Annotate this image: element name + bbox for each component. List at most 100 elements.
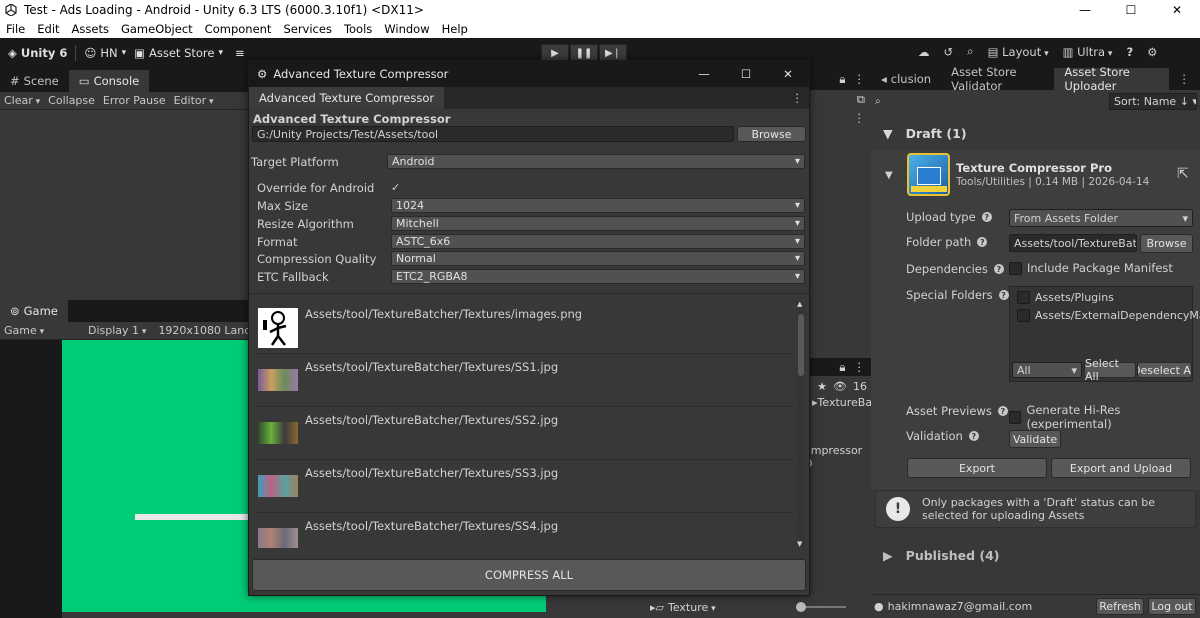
tab-uploader[interactable]: Asset Store Uploader (1054, 65, 1169, 93)
error-pause-button[interactable]: Error Pause (99, 94, 170, 107)
include-manifest-toggle[interactable]: Include Package Manifest (1009, 261, 1173, 275)
help-icon-validation[interactable]: ? (968, 431, 979, 441)
etc-dropdown[interactable]: ETC2_RGBA8 (391, 269, 805, 284)
help-icon-folder[interactable]: ? (977, 237, 988, 247)
compress-all-button[interactable]: COMPRESS ALL (252, 559, 806, 591)
menu-gameobject[interactable]: GameObject (121, 22, 193, 36)
tab-game[interactable]: ⊚ Game (0, 300, 68, 322)
help-icon-deps[interactable]: ? (993, 264, 1004, 274)
search-icon[interactable]: ⌕ (967, 44, 973, 59)
help-icon-special[interactable]: ? (998, 290, 1009, 300)
upload-type-dropdown[interactable]: From Assets Folder ▾ (1009, 209, 1193, 227)
published-header[interactable]: ▶ Published (4) (883, 548, 1000, 563)
tab-console[interactable]: ▭ Console (68, 70, 150, 92)
list-item[interactable]: Assets/tool/TextureBatcher/Textures/SS4.… (255, 514, 795, 548)
minimize-icon[interactable]: — (1062, 3, 1108, 17)
history-icon[interactable]: ↺ (944, 45, 954, 59)
list-item[interactable]: Assets/tool/TextureBatcher/Textures/imag… (255, 302, 795, 354)
settings-icon[interactable]: ⚙ (1147, 45, 1157, 59)
layout-dropdown[interactable]: ▤ Layout (988, 45, 1049, 59)
tab-scene[interactable]: # Scene (0, 70, 69, 92)
list-item[interactable]: Assets/tool/TextureBatcher/Textures/SS2.… (255, 408, 795, 460)
tab-exclusion[interactable]: ◂ clusion (871, 68, 941, 90)
menu-help[interactable]: Help (442, 22, 468, 36)
special-folder-item[interactable]: Assets/ExternalDependencyMa (1017, 309, 1200, 322)
folder-checkbox-2[interactable] (1017, 309, 1030, 322)
menu-assets[interactable]: Assets (72, 22, 109, 36)
select-all-button[interactable]: Select All (1084, 357, 1136, 383)
help-icon-upload[interactable]: ? (981, 212, 992, 222)
list-scrollbar[interactable]: ▲ ▼ (797, 302, 805, 548)
folder-path-field[interactable]: Assets/tool/TextureBatcl (1009, 234, 1137, 252)
help-icon-previews[interactable]: ? (997, 406, 1008, 416)
menu-tools[interactable]: Tools (344, 22, 372, 36)
external-link-icon[interactable]: ⇱ (1177, 166, 1189, 182)
validate-button[interactable]: Validate (1009, 430, 1061, 448)
target-folder-field[interactable]: G:/Unity Projects/Test/Assets/tool (252, 126, 734, 142)
zoom-slider[interactable] (795, 602, 846, 612)
package-icon[interactable]: ≡ (235, 46, 245, 60)
dialog-maximize-icon[interactable]: ☐ (725, 67, 767, 81)
tab-advanced-texture-compressor[interactable]: Advanced Texture Compressor (249, 87, 445, 109)
menu-services[interactable]: Services (283, 22, 332, 36)
lock-icon-2[interactable]: 🔒︎ (839, 360, 845, 375)
tab-validator[interactable]: Asset Store Validator (941, 65, 1054, 93)
display-dropdown[interactable]: Display 1 (84, 324, 150, 337)
export-button[interactable]: Export (907, 458, 1047, 478)
max-size-dropdown[interactable]: 1024 (391, 198, 805, 213)
dialog-browse-button[interactable]: Browse (737, 126, 806, 142)
scroll-up-icon[interactable]: ▲ (797, 302, 802, 308)
scrollbar-thumb[interactable] (798, 314, 804, 376)
sort-dropdown[interactable]: Sort: Name ↓ ▾ (1109, 92, 1197, 110)
kebab-icon-3[interactable]: ⋮ (854, 360, 866, 374)
logout-button[interactable]: Log out (1148, 598, 1196, 615)
scroll-down-icon[interactable]: ▼ (797, 540, 802, 548)
collapse-button[interactable]: Collapse (44, 94, 99, 107)
quality-dropdown[interactable]: ▥ Ultra (1063, 45, 1113, 59)
kebab-icon-2[interactable]: ⋮ (854, 111, 866, 125)
draft-header[interactable]: ▼ Draft (1) (883, 126, 967, 141)
unity-version-button[interactable]: ◈ Unity 6 (8, 46, 67, 60)
editor-dropdown[interactable]: Editor (170, 94, 218, 107)
dialog-close-icon[interactable]: ✕ (767, 67, 809, 81)
dialog-kebab-icon[interactable]: ⋮ (792, 91, 804, 105)
quality-dropdown[interactable]: Normal (391, 251, 805, 266)
hi-res-toggle[interactable]: Generate Hi-Res (experimental) (1009, 403, 1200, 431)
export-and-upload-button[interactable]: Export and Upload (1051, 458, 1191, 478)
help-icon[interactable]: ? (1126, 45, 1133, 59)
texture-dropdown[interactable]: Texture (668, 601, 716, 614)
format-dropdown[interactable]: ASTC_6x6 (391, 234, 805, 249)
dialog-minimize-icon[interactable]: — (683, 67, 725, 81)
list-item[interactable]: Assets/tool/TextureBatcher/Textures/SS1.… (255, 355, 795, 407)
expand-icon[interactable]: ▼ (885, 170, 893, 181)
menu-file[interactable]: File (6, 22, 25, 36)
menu-window[interactable]: Window (384, 22, 429, 36)
menu-edit[interactable]: Edit (37, 22, 59, 36)
maximize-pane-icon[interactable]: ⧉ (857, 92, 865, 107)
menu-component[interactable]: Component (205, 22, 272, 36)
list-item[interactable]: Assets/tool/TextureBatcher/Textures/SS3.… (255, 461, 795, 513)
special-folder-item[interactable]: Assets/Plugins (1017, 291, 1114, 304)
hi-res-checkbox[interactable] (1009, 410, 1022, 424)
deselect-all-button[interactable]: Deselect All (1137, 362, 1192, 378)
maximize-icon[interactable]: ☐ (1108, 3, 1154, 17)
lock-icon[interactable]: 🔒︎ (839, 72, 845, 87)
manifest-checkbox[interactable] (1009, 261, 1022, 275)
account-dropdown[interactable]: ☺ HN (84, 46, 126, 60)
resize-dropdown[interactable]: Mitchell (391, 216, 805, 231)
asset-store-dropdown[interactable]: ▣ Asset Store (134, 46, 223, 60)
folder-filter-dropdown[interactable]: All ▾ (1012, 362, 1082, 378)
star-icon[interactable]: ★ (817, 380, 827, 393)
override-checkbox[interactable]: ✓ (391, 181, 400, 194)
folder-checkbox-1[interactable] (1017, 291, 1030, 304)
clear-button[interactable]: Clear (0, 94, 44, 107)
kebab-icon-4[interactable]: ⋮ (1169, 68, 1200, 90)
cloud-icon[interactable]: ☁ (918, 45, 930, 59)
target-platform-dropdown[interactable]: Android (387, 154, 805, 169)
visibility-icon[interactable]: 👁︎ (833, 380, 847, 393)
refresh-button[interactable]: Refresh (1096, 598, 1144, 615)
game-mode-dropdown[interactable]: Game (0, 324, 78, 337)
folder-browse-button[interactable]: Browse (1140, 234, 1193, 253)
kebab-icon[interactable]: ⋮ (854, 72, 866, 86)
close-icon[interactable]: ✕ (1154, 3, 1200, 17)
